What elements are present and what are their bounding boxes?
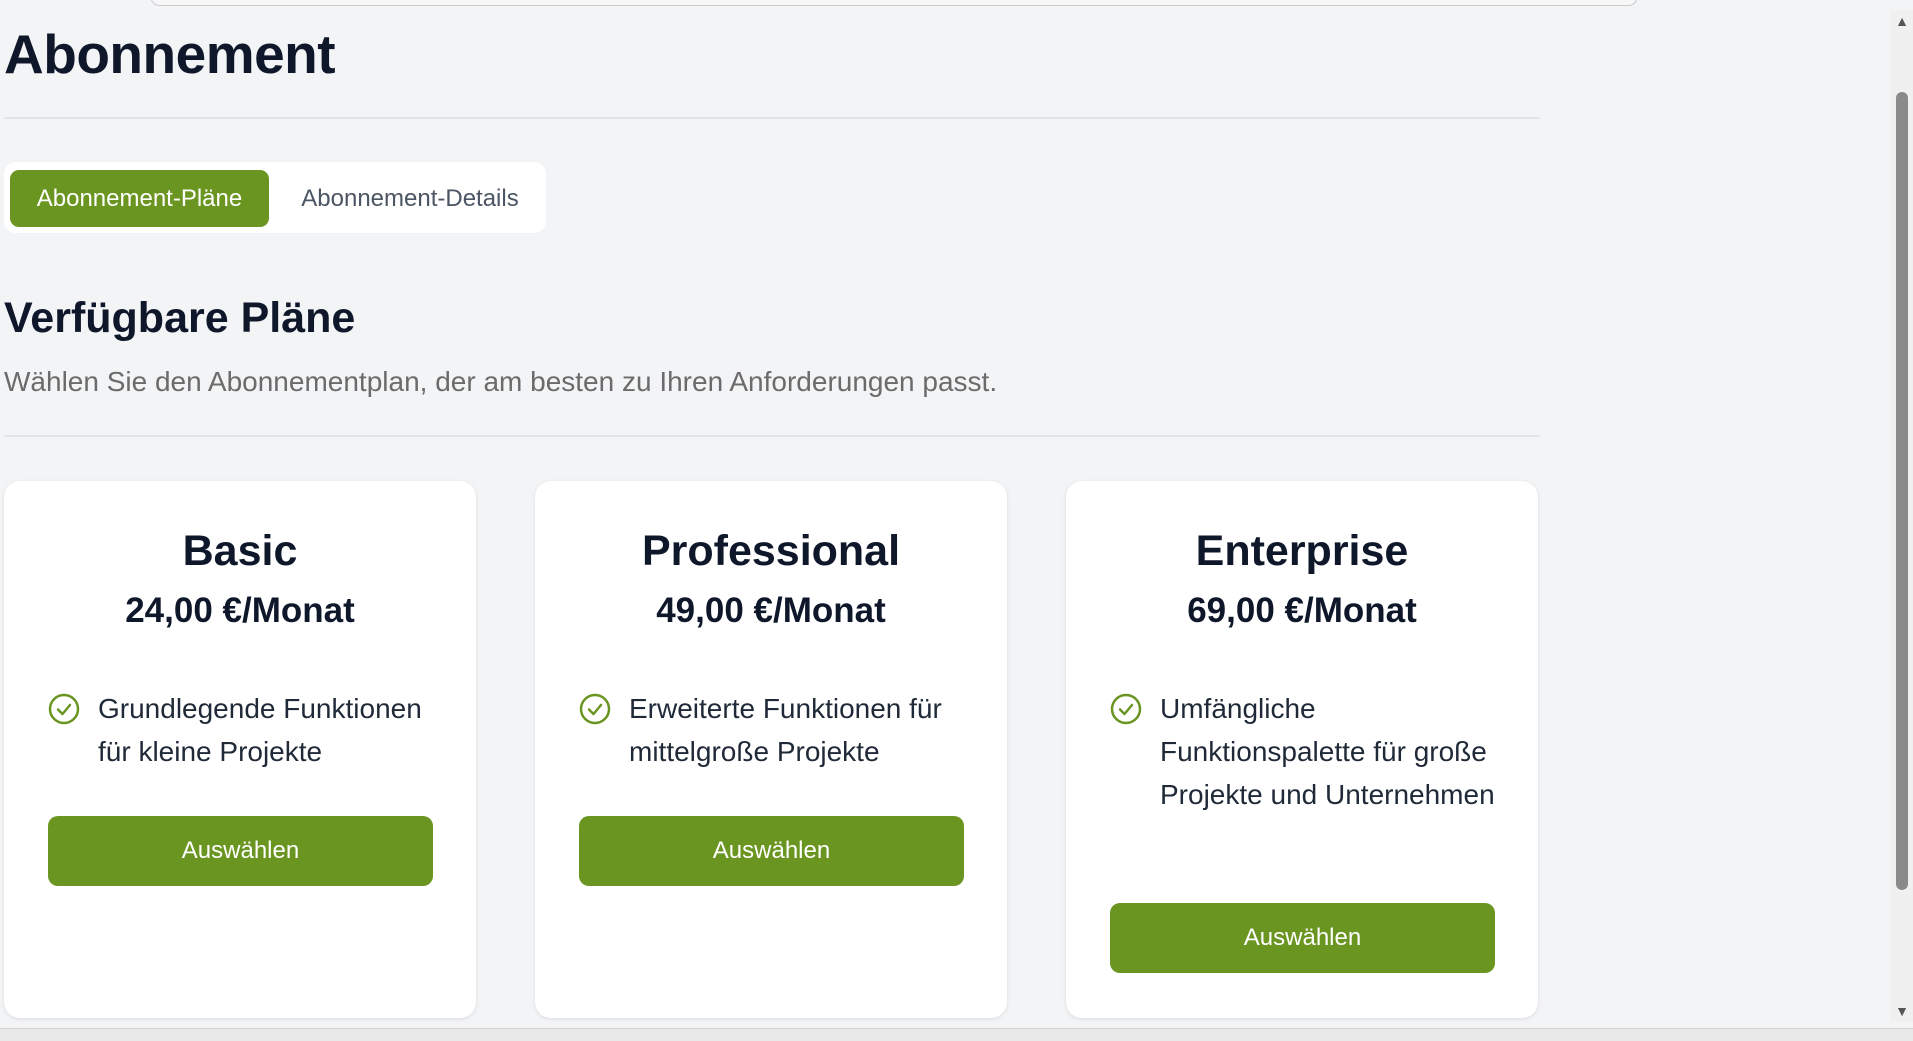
plan-card-enterprise: Enterprise 69,00 €/Monat Umfängliche Fun…: [1066, 481, 1538, 1018]
plan-price: 49,00 €/Monat: [656, 591, 886, 630]
plan-feature-text: Umfängliche Funktionspalette für große P…: [1160, 693, 1495, 810]
header-divider: [4, 117, 1540, 119]
plan-card-professional: Professional 49,00 €/Monat Erweiterte Fu…: [535, 481, 1007, 1018]
plan-name: Enterprise: [1195, 527, 1409, 575]
select-plan-button[interactable]: Auswählen: [579, 816, 964, 886]
page-title: Abonnement: [4, 23, 336, 85]
plan-name: Basic: [182, 527, 298, 575]
tab-subscription-plans[interactable]: Abonnement-Pläne: [10, 170, 269, 227]
scrollbar-thumb[interactable]: [1896, 92, 1908, 890]
plan-feature: Erweiterte Funktionen für mittelgroße Pr…: [579, 687, 979, 773]
plan-feature-text: Erweiterte Funktionen für mittelgroße Pr…: [629, 693, 942, 767]
vertical-scrollbar[interactable]: ▲ ▼: [1891, 10, 1913, 1022]
plan-name: Professional: [641, 527, 901, 575]
plan-price: 69,00 €/Monat: [1187, 591, 1417, 630]
scroll-up-icon[interactable]: ▲: [1891, 10, 1913, 32]
scroll-down-icon[interactable]: ▼: [1891, 1000, 1913, 1022]
tab-bar: Abonnement-Pläne Abonnement-Details: [4, 162, 546, 233]
check-circle-icon: [48, 693, 80, 725]
bottom-edge: [0, 1028, 1913, 1041]
tab-subscription-details[interactable]: Abonnement-Details: [282, 170, 538, 227]
section-subtitle: Wählen Sie den Abonnementplan, der am be…: [4, 366, 998, 397]
plan-feature: Umfängliche Funktionspalette für große P…: [1110, 687, 1510, 816]
plan-feature-text: Grundlegende Funktionen für kleine Proje…: [98, 693, 422, 767]
browser-address-bar: [150, 0, 1638, 6]
plan-feature: Grundlegende Funktionen für kleine Proje…: [48, 687, 448, 773]
select-plan-button[interactable]: Auswählen: [48, 816, 433, 886]
section-title: Verfügbare Pläne: [4, 294, 356, 342]
select-plan-button[interactable]: Auswählen: [1110, 903, 1495, 973]
section-divider: [4, 435, 1540, 437]
check-circle-icon: [579, 693, 611, 725]
check-circle-icon: [1110, 693, 1142, 725]
plan-card-basic: Basic 24,00 €/Monat Grundlegende Funktio…: [4, 481, 476, 1018]
plan-price: 24,00 €/Monat: [125, 591, 355, 630]
